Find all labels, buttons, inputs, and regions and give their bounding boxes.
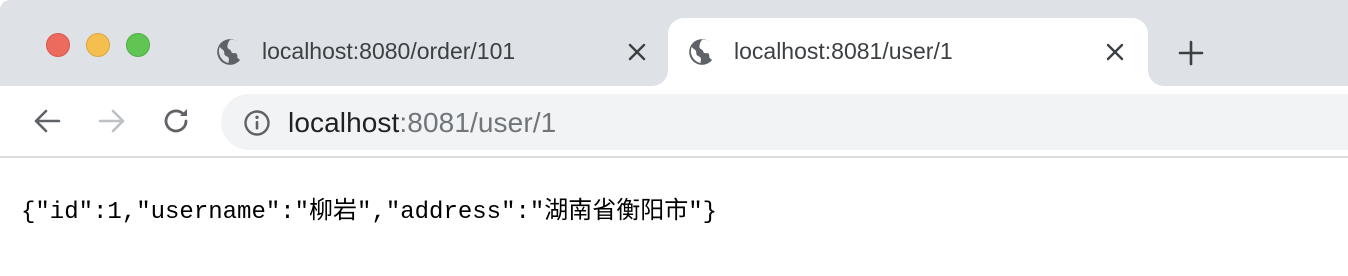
forward-arrow-icon[interactable] — [95, 104, 129, 138]
tab-user[interactable]: localhost:8081/user/1 — [668, 18, 1148, 86]
url-path: :8081/user/1 — [399, 107, 557, 138]
page-content: {"id":1,"username":"柳岩","address":"湖南省衡阳… — [0, 160, 1348, 276]
window-close-button[interactable] — [46, 33, 70, 57]
tab-close-icon[interactable] — [624, 39, 650, 65]
url-host: localhost — [288, 107, 400, 138]
tab-close-icon[interactable] — [1102, 39, 1128, 65]
reload-icon[interactable] — [159, 104, 193, 138]
globe-icon — [217, 39, 244, 65]
browser-toolbar: localhost:8081/user/1 — [0, 86, 1348, 158]
globe-icon — [689, 39, 716, 65]
back-arrow-icon[interactable] — [30, 104, 64, 138]
json-response-text: {"id":1,"username":"柳岩","address":"湖南省衡阳… — [21, 199, 718, 226]
browser-titlebar: localhost:8080/order/101 localhost:8081/… — [0, 0, 1348, 86]
window-zoom-button[interactable] — [126, 33, 150, 57]
tab-title: localhost:8081/user/1 — [734, 38, 953, 64]
tab-order[interactable]: localhost:8080/order/101 — [196, 18, 662, 86]
tab-title: localhost:8080/order/101 — [262, 38, 516, 64]
address-url[interactable]: localhost:8081/user/1 — [288, 107, 556, 139]
new-tab-plus-icon[interactable] — [1176, 38, 1206, 68]
address-bar[interactable]: localhost:8081/user/1 — [221, 94, 1348, 150]
info-icon[interactable] — [243, 109, 271, 137]
window-minimize-button[interactable] — [86, 33, 110, 57]
